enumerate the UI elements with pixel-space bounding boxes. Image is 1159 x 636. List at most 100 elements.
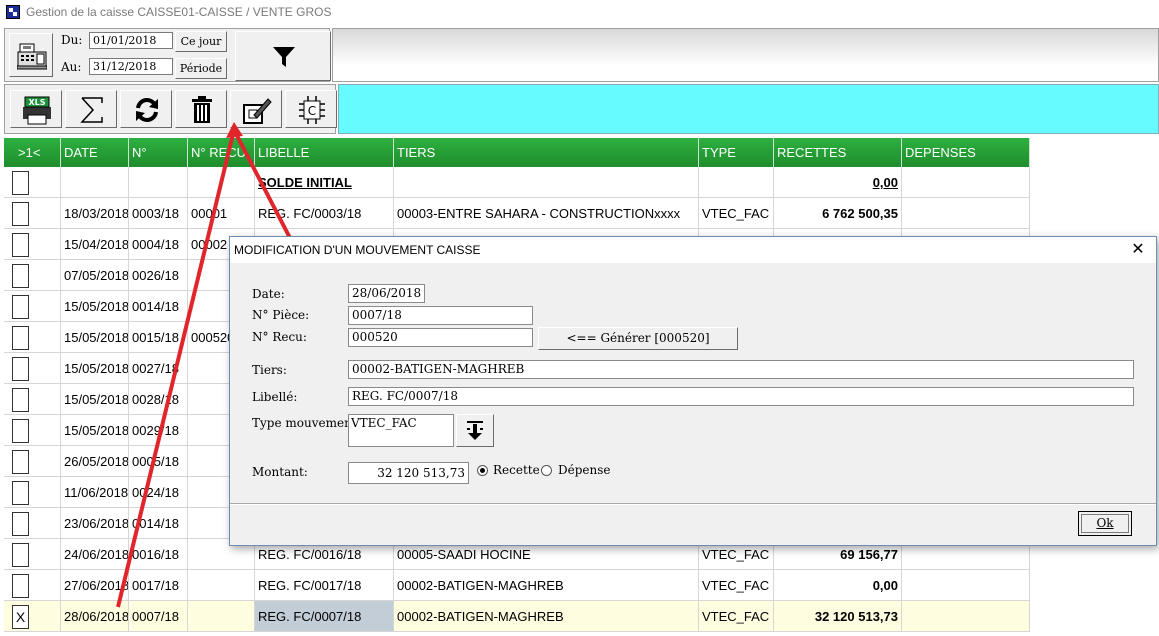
cash-settings-button[interactable]: C — [285, 90, 337, 128]
cell-check — [4, 198, 61, 229]
cell-date: 15/05/2018 — [61, 353, 129, 384]
row-checkbox[interactable] — [12, 202, 29, 226]
cell-date: 23/06/2018 — [61, 508, 129, 539]
delete-button[interactable] — [175, 90, 227, 128]
cell-text: REG. FC/0007/18 — [258, 609, 362, 624]
cell-text: 15/05/2018 — [64, 392, 129, 407]
libelle-field[interactable]: REG. FC/0007/18 — [348, 387, 1134, 406]
type-picker-button[interactable] — [456, 414, 494, 447]
au-label: Au: — [61, 60, 82, 74]
filter-button[interactable] — [235, 31, 331, 81]
cell-piece: 0007/18 — [129, 601, 188, 632]
montant-field[interactable]: 32 120 513,73 — [348, 462, 469, 484]
cell-libelle: REG. FC/0007/18 — [255, 601, 394, 632]
cell-date — [61, 167, 129, 198]
edit-icon — [243, 98, 272, 124]
cell-text: 6 762 500,35 — [822, 206, 898, 221]
close-icon[interactable]: ✕ — [1128, 240, 1148, 260]
cell-piece: 0026/18 — [129, 260, 188, 291]
cell-date: 07/05/2018 — [61, 260, 129, 291]
col-header-select[interactable]: >1< — [4, 138, 61, 167]
cell-piece: 0016/18 — [129, 539, 188, 570]
date-filter-panel: Du: Au: 01/01/2018 31/12/2018 Ce jour Pé… — [4, 28, 331, 82]
du-label: Du: — [61, 33, 83, 47]
date-from-input[interactable]: 01/01/2018 — [89, 32, 173, 49]
row-checkbox[interactable] — [12, 233, 29, 257]
col-header-type[interactable]: TYPE — [699, 138, 774, 167]
row-checkbox[interactable] — [12, 543, 29, 567]
cell-type: VTEC_FAC — [699, 570, 774, 601]
type-mouvement-field[interactable]: VTEC_FAC — [348, 414, 454, 447]
ok-button[interactable]: Ok — [1078, 511, 1132, 536]
cell-text: 0007/18 — [132, 609, 179, 624]
row-checkbox[interactable]: X — [12, 605, 29, 629]
row-checkbox[interactable] — [12, 481, 29, 505]
table-row[interactable]: SOLDE INITIAL 0,00 — [4, 167, 1030, 198]
col-header-piece[interactable]: N° PIECE — [129, 138, 188, 189]
row-checkbox[interactable] — [12, 326, 29, 350]
cell-check — [4, 446, 61, 477]
tiers-field[interactable]: 00002-BATIGEN-MAGHREB — [348, 360, 1134, 379]
cell-check — [4, 353, 61, 384]
recette-radio[interactable] — [477, 465, 488, 476]
date-field[interactable]: 28/06/2018 — [348, 284, 425, 303]
row-checkbox[interactable] — [12, 388, 29, 412]
cell-text: 00001 — [191, 206, 228, 221]
cell-date: 15/05/2018 — [61, 322, 129, 353]
today-button[interactable]: Ce jour — [175, 31, 227, 52]
cash-register-button[interactable] — [9, 33, 53, 77]
cell-date: 18/03/2018 — [61, 198, 129, 229]
trash-icon — [192, 96, 212, 123]
export-excel-button[interactable]: XLS — [10, 90, 62, 128]
table-row[interactable]: 18/03/2018 0003/18 00001 REG. FC/0003/18 000… — [4, 198, 1030, 229]
cell-text: 0005/18 — [132, 454, 179, 469]
cell-check — [4, 291, 61, 322]
row-checkbox[interactable] — [12, 574, 29, 598]
col-header-depenses[interactable]: DEPENSES — [902, 138, 1030, 167]
app-icon — [6, 5, 20, 19]
row-checkbox[interactable] — [12, 171, 29, 195]
row-checkbox[interactable] — [12, 295, 29, 319]
refresh-button[interactable] — [120, 90, 172, 128]
generate-recu-button[interactable]: <== Générer [000520] — [538, 327, 738, 350]
row-checkbox[interactable] — [12, 419, 29, 443]
cell-libelle: REG. FC/0017/18 — [255, 570, 394, 601]
cell-text: REG. FC/0003/18 — [258, 206, 362, 221]
cell-text: 0024/18 — [132, 485, 179, 500]
col-header-recettes[interactable]: RECETTES — [774, 138, 902, 167]
edit-button[interactable] — [230, 90, 282, 128]
cell-date: 28/06/2018 — [61, 601, 129, 632]
period-button[interactable]: Période — [175, 58, 227, 79]
depense-radio[interactable] — [541, 465, 552, 476]
col-header-libelle[interactable]: LIBELLE — [255, 138, 394, 167]
cell-recu — [188, 601, 255, 632]
col-header-date[interactable]: DATE — [61, 138, 129, 167]
dialog-divider — [230, 503, 1156, 505]
recu-field[interactable]: 000520 — [348, 328, 533, 347]
col-header-recu[interactable]: N° RECU — [188, 138, 255, 167]
row-checkbox[interactable] — [12, 450, 29, 474]
col-header-tiers[interactable]: TIERS — [394, 138, 699, 167]
cell-text: 0017/18 — [132, 578, 179, 593]
table-row[interactable]: X 28/06/2018 0007/18 REG. FC/0007/18 00002-B… — [4, 601, 1030, 632]
depense-label: Dépense — [558, 463, 611, 477]
row-checkbox[interactable] — [12, 512, 29, 536]
sum-button[interactable] — [65, 90, 117, 128]
date-to-input[interactable]: 31/12/2018 — [89, 58, 173, 75]
piece-field[interactable]: 0007/18 — [348, 306, 533, 325]
cell-check — [4, 384, 61, 415]
sigma-icon — [80, 97, 103, 123]
cell-text: 15/05/2018 — [64, 330, 129, 345]
cell-check: X — [4, 601, 61, 632]
cell-text: 26/05/2018 — [64, 454, 129, 469]
row-checkbox[interactable] — [12, 264, 29, 288]
info-bar — [332, 28, 1159, 82]
table-row[interactable]: 27/06/2018 0017/18 REG. FC/0017/18 00002-BA… — [4, 570, 1030, 601]
row-checkbox[interactable] — [12, 357, 29, 381]
cell-text: 28/06/2018 — [64, 609, 129, 624]
cell-check — [4, 477, 61, 508]
cell-date: 26/05/2018 — [61, 446, 129, 477]
list-down-icon — [467, 421, 483, 440]
cell-libelle: REG. FC/0003/18 — [255, 198, 394, 229]
toolbar: XLS C — [4, 84, 337, 134]
